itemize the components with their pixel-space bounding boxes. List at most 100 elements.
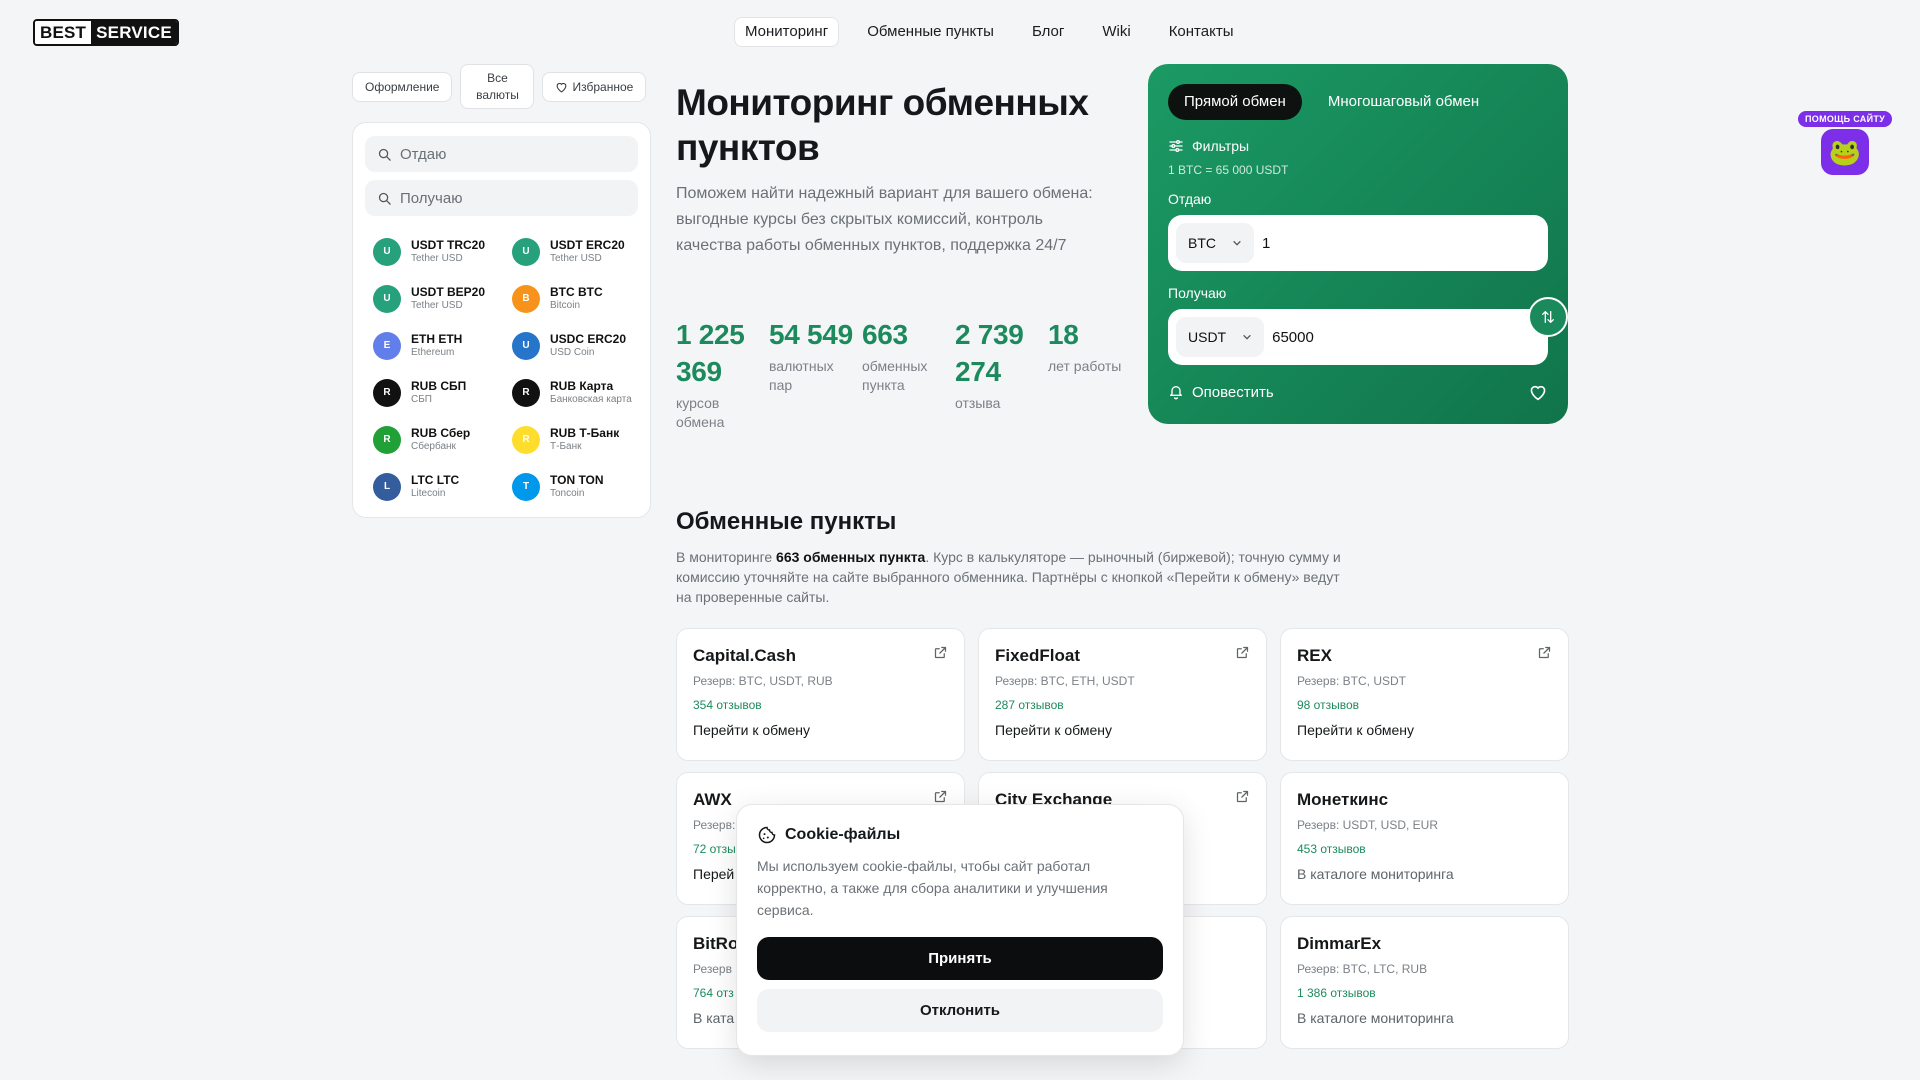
get-search — [365, 180, 638, 216]
swap-button[interactable] — [1528, 297, 1568, 337]
exchanger-card[interactable]: FixedFloat Резерв: BTC, ETH, USDT 287 отзы… — [978, 628, 1267, 761]
external-link-icon[interactable] — [1235, 645, 1250, 660]
currency-icon: R — [373, 378, 401, 407]
currency-item[interactable]: U USDT BEP20 Tether USD — [365, 275, 504, 322]
currency-item[interactable]: R RUB Сбер Сбербанк — [365, 416, 504, 463]
get-amount-input[interactable] — [1272, 328, 1523, 346]
stat-label: отзыва — [955, 395, 1001, 411]
search-icon — [378, 148, 391, 161]
get-currency-select[interactable]: USDT — [1176, 317, 1265, 357]
currency-subtitle: Ethereum — [411, 346, 455, 358]
currency-name: TON TON — [550, 472, 604, 487]
exchange-tabs: Прямой обмен Многошаговый обмен — [1168, 84, 1548, 120]
currency-text: LTC LTC Litecoin — [411, 473, 459, 501]
nav-item-0[interactable]: Мониторинг — [734, 17, 840, 47]
exchanger-link[interactable]: Перейти к обмену — [995, 722, 1250, 738]
favorites-button[interactable]: Избранное — [542, 72, 647, 102]
exchangers-description: В мониторинге 663 обменных пункта. Курс … — [676, 547, 1356, 607]
exchanger-card[interactable]: Монеткинс Резерв: USDT, USD, EUR 453 отзыв… — [1280, 772, 1569, 905]
currency-name: LTC LTC — [411, 472, 460, 487]
currency-name: RUB СБП — [411, 378, 467, 393]
external-link-icon[interactable] — [1235, 789, 1250, 804]
currency-subtitle: Bitcoin — [550, 299, 581, 311]
currency-icon: U — [512, 237, 540, 266]
currency-item[interactable]: U USDT TRC20 Tether USD — [365, 228, 504, 275]
currency-text: USDT BEP20 Tether USD — [411, 285, 485, 313]
notify-button[interactable]: Оповестить — [1168, 384, 1274, 401]
exchanger-card[interactable]: REX Резерв: BTC, USDT 98 отзывов Перейти к … — [1280, 628, 1569, 761]
filters-button[interactable]: Фильтры — [1168, 138, 1548, 154]
currency-subtitle: Tether USD — [411, 252, 463, 264]
currency-icon: R — [373, 425, 401, 454]
exchanger-card[interactable]: DimmarEx Резерв: BTC, LTC, RUB 1 386 отзыв… — [1280, 916, 1569, 1049]
external-link-icon[interactable] — [1537, 645, 1552, 660]
currency-text: BTC BTC Bitcoin — [550, 285, 603, 313]
help-site-widget: ПОМОЩЬ САЙТУ 🐸 — [1798, 111, 1893, 175]
help-site-button[interactable]: 🐸 — [1821, 129, 1870, 175]
give-currency-select[interactable]: BTC — [1176, 223, 1254, 263]
logo[interactable]: BEST SERVICE — [33, 19, 179, 46]
currency-icon: T — [512, 472, 540, 501]
currency-subtitle: Банковская карта — [550, 393, 632, 405]
stat-item: 54 549 валютных пар — [769, 316, 862, 432]
exchanger-reviews: 287 отзывов — [995, 698, 1064, 712]
currency-text: ETH ETH Ethereum — [411, 332, 462, 360]
accept-cookies-button[interactable]: Принять — [757, 937, 1163, 980]
exchanger-reserve: Резерв: BTC, LTC, RUB — [1297, 962, 1428, 976]
currency-item[interactable]: B BTC BTC Bitcoin — [504, 275, 643, 322]
tab-direct-exchange[interactable]: Прямой обмен — [1168, 84, 1302, 120]
nav-item-4[interactable]: Контакты — [1159, 17, 1244, 47]
external-link-icon[interactable] — [933, 645, 948, 660]
currency-name: RUB Сбер — [411, 425, 471, 440]
exchanger-reviews: 98 отзывов — [1297, 698, 1360, 712]
exchanger-card[interactable]: Capital.Cash Резерв: BTC, USDT, RUB 354 от… — [676, 628, 965, 761]
exchanger-link[interactable]: Перейти к обмену — [1297, 722, 1552, 738]
decline-cookies-button[interactable]: Отклонить — [757, 989, 1163, 1032]
currency-subtitle: Toncoin — [550, 487, 585, 499]
cookie-title: Cookie-файлы — [785, 826, 901, 843]
get-search-input[interactable] — [400, 189, 600, 207]
currency-name: RUB Т-Банк — [550, 425, 620, 440]
exchanger-reviews: 1 386 отзывов — [1297, 986, 1376, 1000]
currency-item[interactable]: U USDT ERC20 Tether USD — [504, 228, 643, 275]
design-button[interactable]: Оформление — [352, 72, 453, 102]
favorites-label: Избранное — [572, 80, 634, 94]
give-search-input[interactable] — [400, 145, 600, 163]
stats: 1 225 369 курсов обмена 54 549 валютных пар… — [676, 316, 1141, 432]
currency-item[interactable]: U USDC ERC20 USD Coin — [504, 322, 643, 369]
stat-item: 1 225 369 курсов обмена — [676, 316, 769, 432]
currency-subtitle: СБП — [411, 393, 432, 405]
nav-item-3[interactable]: Wiki — [1092, 17, 1140, 47]
currency-item[interactable]: T TON TON Toncoin — [504, 463, 643, 510]
exchanger-reserve: Резерв: BTC, USDT — [1297, 674, 1406, 688]
give-amount-input[interactable] — [1262, 234, 1512, 252]
exchanger-name: DimmarEx — [1297, 934, 1382, 953]
stat-item: 18 лет работы — [1048, 316, 1141, 432]
nav-item-2[interactable]: Блог — [1022, 17, 1074, 47]
exchanger-link[interactable]: В каталоге мониторинга — [1297, 1010, 1552, 1026]
stat-value: 2 739 274 — [955, 319, 1024, 387]
exchanger-name: Монеткинс — [1297, 790, 1389, 809]
chevron-down-icon — [1243, 334, 1251, 340]
exchanger-link[interactable]: В каталоге мониторинга — [1297, 866, 1552, 882]
desc-prefix: В мониторинге — [676, 549, 777, 565]
currency-item[interactable]: E ETH ETH Ethereum — [365, 322, 504, 369]
all-currencies-button[interactable]: Все валюты — [460, 64, 535, 109]
heart-icon[interactable] — [1528, 383, 1548, 401]
currency-item[interactable]: R RUB Т-Банк Т-Банк — [504, 416, 643, 463]
currency-item[interactable]: L LTC LTC Litecoin — [365, 463, 504, 510]
stat-value: 54 549 — [769, 319, 853, 350]
nav-item-1[interactable]: Обменные пункты — [857, 17, 1004, 47]
currency-item[interactable]: R RUB СБП СБП — [365, 369, 504, 416]
external-link-icon[interactable] — [933, 789, 948, 804]
stat-item: 2 739 274 отзыва — [955, 316, 1048, 432]
currency-item[interactable]: R RUB Карта Банковская карта — [504, 369, 643, 416]
exchange-calculator: Прямой обмен Многошаговый обмен Фильтры … — [1148, 64, 1568, 424]
currency-name: RUB Карта — [550, 378, 614, 393]
exchanger-reserve: Резерв: USDT, USD, EUR — [1297, 818, 1438, 832]
currency-text: USDT TRC20 Tether USD — [411, 238, 485, 266]
exchanger-link[interactable]: Перейти к обмену — [693, 722, 948, 738]
currency-icon: E — [373, 331, 401, 360]
stat-label: курсов обмена — [676, 395, 725, 430]
tab-multistep-exchange[interactable]: Многошаговый обмен — [1312, 84, 1495, 120]
